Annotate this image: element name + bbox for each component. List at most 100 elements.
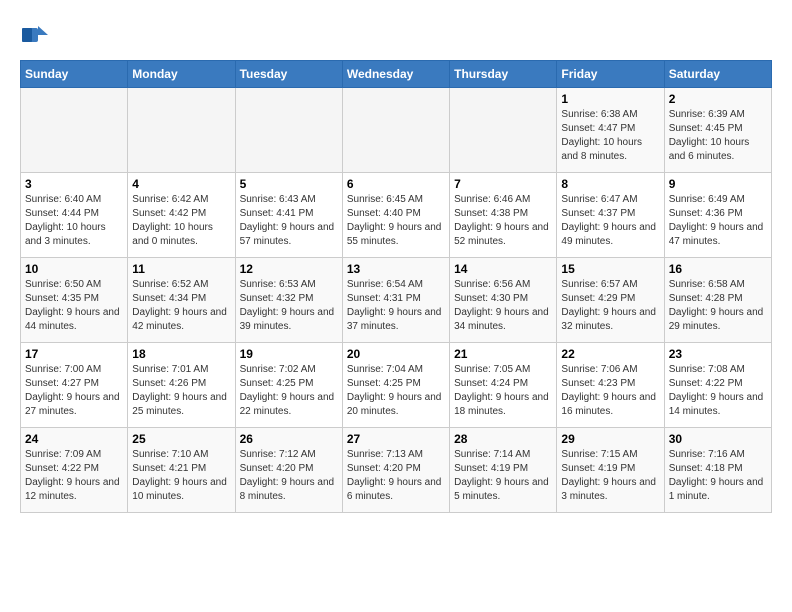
day-info: Sunrise: 6:54 AM Sunset: 4:31 PM Dayligh… <box>347 278 445 334</box>
day-cell: 11Sunrise: 6:52 AM Sunset: 4:34 PM Dayli… <box>128 258 235 343</box>
week-row-1: 1 Sunrise: 6:38 AM Sunset: 4:47 PM Daylig… <box>21 88 772 173</box>
day-info: Sunrise: 6:45 AM Sunset: 4:40 PM Dayligh… <box>347 193 445 249</box>
logo <box>20 20 54 50</box>
header-wednesday: Wednesday <box>342 61 449 88</box>
day-cell <box>342 88 449 173</box>
day-cell: 17 Sunrise: 7:00 AM Sunset: 4:27 PM Dayli… <box>21 343 128 428</box>
week-row-2: 3Sunrise: 6:40 AM Sunset: 4:44 PM Daylig… <box>21 173 772 258</box>
day-number: 29 <box>561 432 659 446</box>
day-info: Sunrise: 6:58 AM Sunset: 4:28 PM Dayligh… <box>669 278 767 334</box>
day-number: 10 <box>25 262 123 276</box>
day-info: Sunrise: 6:56 AM Sunset: 4:30 PM Dayligh… <box>454 278 552 334</box>
day-info: Sunrise: 7:12 AM Sunset: 4:20 PM Dayligh… <box>240 448 338 504</box>
day-number: 16 <box>669 262 767 276</box>
week-row-3: 10 Sunrise: 6:50 AM Sunset: 4:35 PM Dayli… <box>21 258 772 343</box>
day-info: Sunrise: 7:10 AM Sunset: 4:21 PM Dayligh… <box>132 448 230 504</box>
day-cell: 28 Sunrise: 7:14 AM Sunset: 4:19 PM Dayli… <box>450 428 557 513</box>
header-thursday: Thursday <box>450 61 557 88</box>
day-cell: 8 Sunrise: 6:47 AM Sunset: 4:37 PM Daylig… <box>557 173 664 258</box>
day-info: Sunrise: 6:42 AM Sunset: 4:42 PM Dayligh… <box>132 193 230 249</box>
day-info: Sunrise: 7:04 AM Sunset: 4:25 PM Dayligh… <box>347 363 445 419</box>
day-cell: 5Sunrise: 6:43 AM Sunset: 4:41 PM Daylig… <box>235 173 342 258</box>
header-tuesday: Tuesday <box>235 61 342 88</box>
day-info: Sunrise: 7:05 AM Sunset: 4:24 PM Dayligh… <box>454 363 552 419</box>
day-number: 13 <box>347 262 445 276</box>
day-info: Sunrise: 7:16 AM Sunset: 4:18 PM Dayligh… <box>669 448 767 504</box>
day-number: 12 <box>240 262 338 276</box>
day-cell: 10 Sunrise: 6:50 AM Sunset: 4:35 PM Dayli… <box>21 258 128 343</box>
header-sunday: Sunday <box>21 61 128 88</box>
day-number: 30 <box>669 432 767 446</box>
day-info: Sunrise: 7:02 AM Sunset: 4:25 PM Dayligh… <box>240 363 338 419</box>
day-info: Sunrise: 7:01 AM Sunset: 4:26 PM Dayligh… <box>132 363 230 419</box>
day-number: 28 <box>454 432 552 446</box>
day-cell: 26 Sunrise: 7:12 AM Sunset: 4:20 PM Dayli… <box>235 428 342 513</box>
header-monday: Monday <box>128 61 235 88</box>
day-number: 27 <box>347 432 445 446</box>
day-number: 17 <box>25 347 123 361</box>
day-cell: 2 Sunrise: 6:39 AM Sunset: 4:45 PM Daylig… <box>664 88 771 173</box>
week-row-5: 24Sunrise: 7:09 AM Sunset: 4:22 PM Dayli… <box>21 428 772 513</box>
day-cell: 23 Sunrise: 7:08 AM Sunset: 4:22 PM Dayli… <box>664 343 771 428</box>
day-cell: 18 Sunrise: 7:01 AM Sunset: 4:26 PM Dayli… <box>128 343 235 428</box>
day-number: 21 <box>454 347 552 361</box>
day-info: Sunrise: 6:38 AM Sunset: 4:47 PM Dayligh… <box>561 108 659 164</box>
day-number: 6 <box>347 177 445 191</box>
day-cell <box>128 88 235 173</box>
day-cell: 6 Sunrise: 6:45 AM Sunset: 4:40 PM Daylig… <box>342 173 449 258</box>
day-cell: 7Sunrise: 6:46 AM Sunset: 4:38 PM Daylig… <box>450 173 557 258</box>
day-cell: 3Sunrise: 6:40 AM Sunset: 4:44 PM Daylig… <box>21 173 128 258</box>
day-info: Sunrise: 6:46 AM Sunset: 4:38 PM Dayligh… <box>454 193 552 249</box>
day-cell: 20Sunrise: 7:04 AM Sunset: 4:25 PM Dayli… <box>342 343 449 428</box>
day-number: 9 <box>669 177 767 191</box>
day-number: 2 <box>669 92 767 106</box>
day-info: Sunrise: 7:15 AM Sunset: 4:19 PM Dayligh… <box>561 448 659 504</box>
day-info: Sunrise: 7:14 AM Sunset: 4:19 PM Dayligh… <box>454 448 552 504</box>
day-info: Sunrise: 6:40 AM Sunset: 4:44 PM Dayligh… <box>25 193 123 249</box>
day-number: 8 <box>561 177 659 191</box>
day-number: 25 <box>132 432 230 446</box>
day-cell: 19 Sunrise: 7:02 AM Sunset: 4:25 PM Dayli… <box>235 343 342 428</box>
day-info: Sunrise: 7:06 AM Sunset: 4:23 PM Dayligh… <box>561 363 659 419</box>
day-cell: 30 Sunrise: 7:16 AM Sunset: 4:18 PM Dayli… <box>664 428 771 513</box>
day-number: 24 <box>25 432 123 446</box>
day-info: Sunrise: 7:08 AM Sunset: 4:22 PM Dayligh… <box>669 363 767 419</box>
day-cell <box>21 88 128 173</box>
day-info: Sunrise: 6:49 AM Sunset: 4:36 PM Dayligh… <box>669 193 767 249</box>
day-cell: 27 Sunrise: 7:13 AM Sunset: 4:20 PM Dayli… <box>342 428 449 513</box>
day-info: Sunrise: 7:00 AM Sunset: 4:27 PM Dayligh… <box>25 363 123 419</box>
day-info: Sunrise: 7:13 AM Sunset: 4:20 PM Dayligh… <box>347 448 445 504</box>
header-saturday: Saturday <box>664 61 771 88</box>
day-cell: 12Sunrise: 6:53 AM Sunset: 4:32 PM Dayli… <box>235 258 342 343</box>
week-row-4: 17 Sunrise: 7:00 AM Sunset: 4:27 PM Dayli… <box>21 343 772 428</box>
day-number: 11 <box>132 262 230 276</box>
day-number: 1 <box>561 92 659 106</box>
day-cell: 1 Sunrise: 6:38 AM Sunset: 4:47 PM Daylig… <box>557 88 664 173</box>
header <box>20 20 772 50</box>
day-cell <box>235 88 342 173</box>
day-cell: 4Sunrise: 6:42 AM Sunset: 4:42 PM Daylig… <box>128 173 235 258</box>
day-cell: 9 Sunrise: 6:49 AM Sunset: 4:36 PM Daylig… <box>664 173 771 258</box>
day-cell: 15 Sunrise: 6:57 AM Sunset: 4:29 PM Dayli… <box>557 258 664 343</box>
day-number: 15 <box>561 262 659 276</box>
day-number: 26 <box>240 432 338 446</box>
day-cell: 16 Sunrise: 6:58 AM Sunset: 4:28 PM Dayli… <box>664 258 771 343</box>
day-cell: 14 Sunrise: 6:56 AM Sunset: 4:30 PM Dayli… <box>450 258 557 343</box>
logo-icon <box>20 20 50 50</box>
day-cell: 22Sunrise: 7:06 AM Sunset: 4:23 PM Dayli… <box>557 343 664 428</box>
day-cell: 25 Sunrise: 7:10 AM Sunset: 4:21 PM Dayli… <box>128 428 235 513</box>
day-number: 5 <box>240 177 338 191</box>
day-number: 18 <box>132 347 230 361</box>
day-number: 23 <box>669 347 767 361</box>
day-number: 14 <box>454 262 552 276</box>
day-info: Sunrise: 6:57 AM Sunset: 4:29 PM Dayligh… <box>561 278 659 334</box>
calendar: SundayMondayTuesdayWednesdayThursdayFrid… <box>20 60 772 513</box>
day-info: Sunrise: 6:47 AM Sunset: 4:37 PM Dayligh… <box>561 193 659 249</box>
day-cell <box>450 88 557 173</box>
day-info: Sunrise: 6:39 AM Sunset: 4:45 PM Dayligh… <box>669 108 767 164</box>
day-info: Sunrise: 6:50 AM Sunset: 4:35 PM Dayligh… <box>25 278 123 334</box>
day-cell: 21 Sunrise: 7:05 AM Sunset: 4:24 PM Dayli… <box>450 343 557 428</box>
day-cell: 24Sunrise: 7:09 AM Sunset: 4:22 PM Dayli… <box>21 428 128 513</box>
day-number: 19 <box>240 347 338 361</box>
day-cell: 13 Sunrise: 6:54 AM Sunset: 4:31 PM Dayli… <box>342 258 449 343</box>
